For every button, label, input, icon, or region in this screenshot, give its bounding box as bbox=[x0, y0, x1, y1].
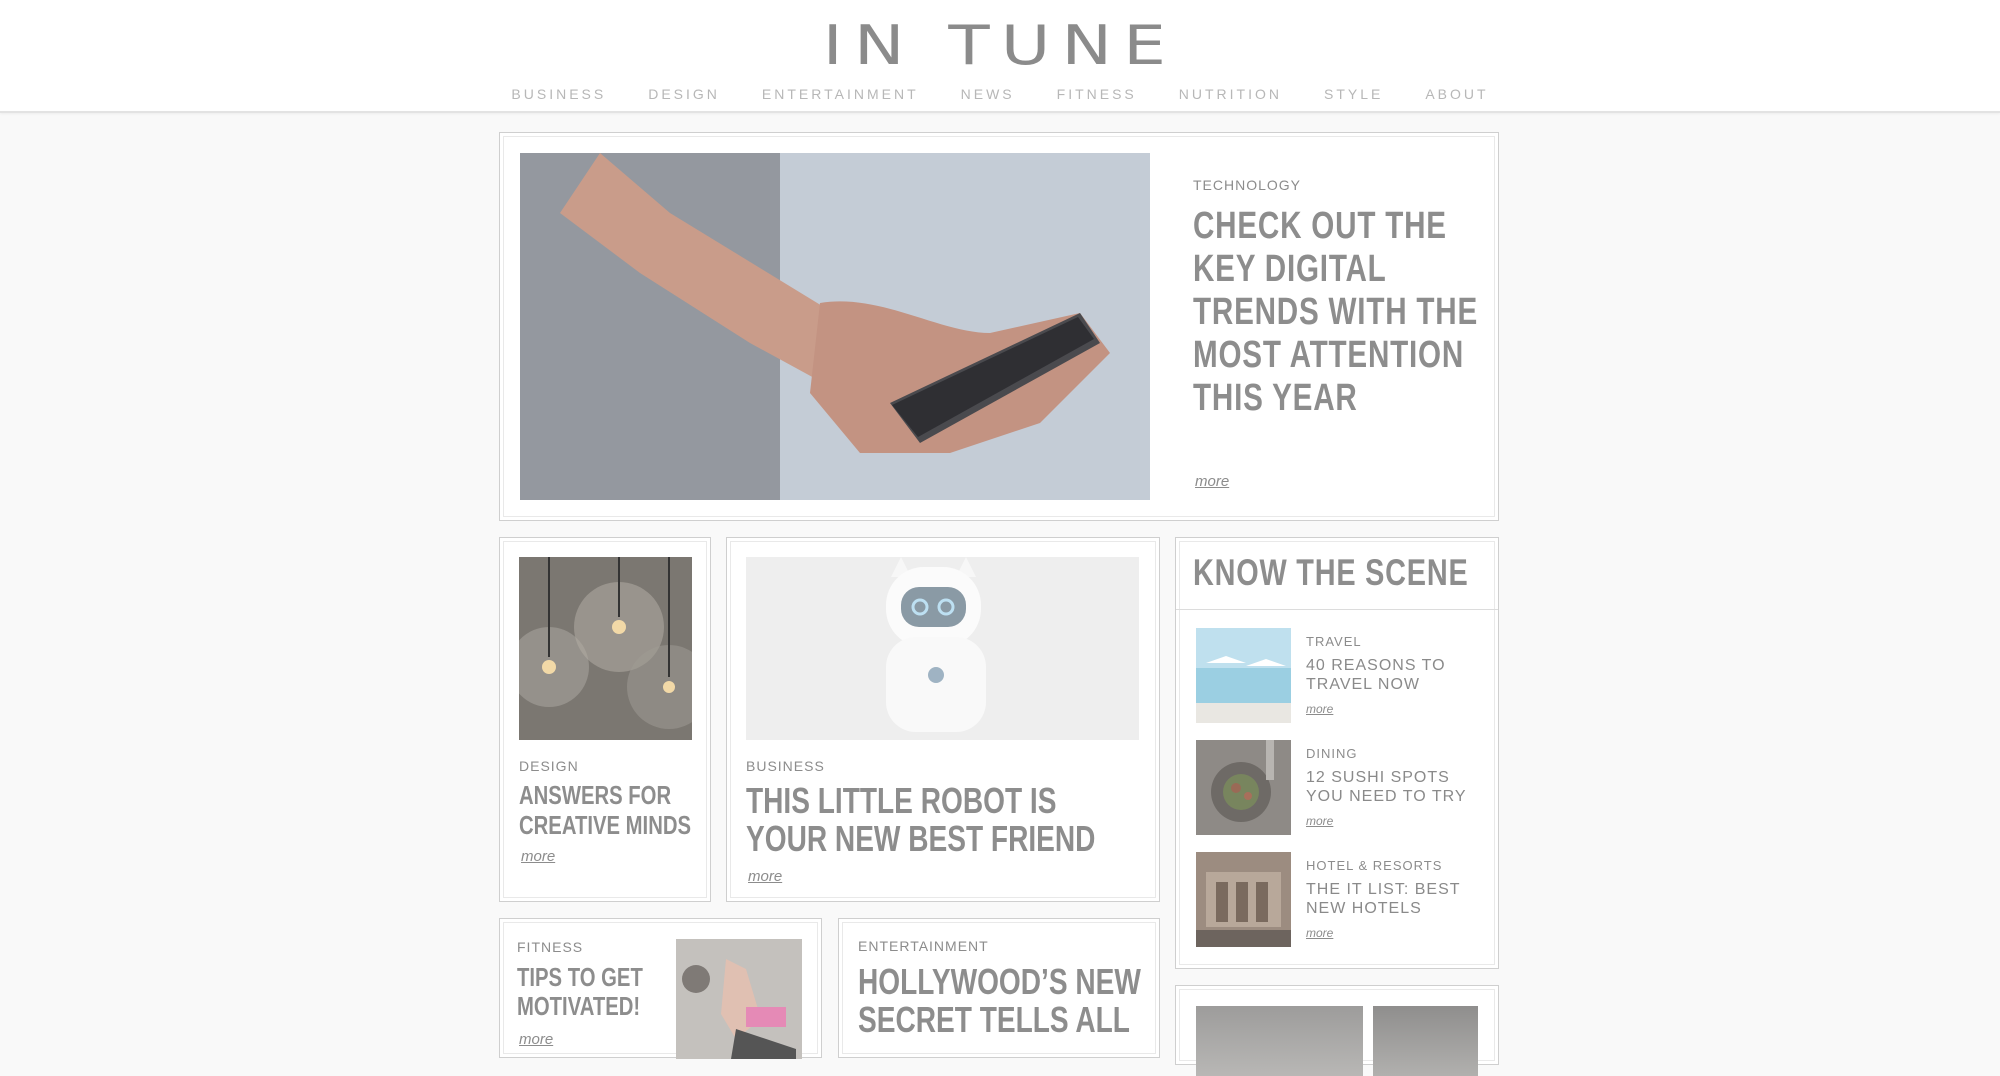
nav-news[interactable]: NEWS bbox=[961, 86, 1015, 102]
fitness-category[interactable]: FITNESS bbox=[517, 939, 583, 955]
fitness-more-link[interactable]: more bbox=[519, 1031, 553, 1048]
site-header: IN TUNE BUSINESS DESIGN ENTERTAINMENT NE… bbox=[0, 0, 2000, 113]
hotels-thumbnail-illustration bbox=[1196, 852, 1291, 947]
dining-thumbnail[interactable] bbox=[1196, 740, 1291, 835]
dining-title[interactable]: 12 SUSHI SPOTS YOU NEED TO TRY bbox=[1306, 768, 1486, 806]
design-title[interactable]: ANSWERS FOR CREATIVE MINDS bbox=[519, 780, 698, 840]
travel-title[interactable]: 40 REASONS TO TRAVEL NOW bbox=[1306, 656, 1486, 694]
hotels-thumbnail[interactable] bbox=[1196, 852, 1291, 947]
know-the-scene-panel: KNOW THE SCENE TRAVEL 40 REASONS TO TRAV… bbox=[1175, 537, 1499, 969]
hero-category[interactable]: TECHNOLOGY bbox=[1193, 177, 1301, 193]
bottom-right-card bbox=[1175, 985, 1499, 1076]
travel-thumbnail-illustration bbox=[1196, 628, 1291, 723]
scene-title: KNOW THE SCENE bbox=[1193, 552, 1469, 593]
dining-more-link[interactable]: more bbox=[1306, 814, 1333, 828]
scene-item-hotels[interactable]: HOTEL & RESORTS THE IT LIST: BEST NEW HO… bbox=[1196, 852, 1486, 952]
scene-item-travel[interactable]: TRAVEL 40 REASONS TO TRAVEL NOW more bbox=[1196, 628, 1486, 728]
dining-category[interactable]: DINING bbox=[1306, 746, 1358, 761]
fitness-image-workout[interactable] bbox=[676, 939, 802, 1059]
travel-category[interactable]: TRAVEL bbox=[1306, 634, 1362, 649]
travel-more-link[interactable]: more bbox=[1306, 702, 1333, 716]
robot-image-illustration bbox=[746, 557, 1139, 740]
bottom-image-left[interactable] bbox=[1196, 1006, 1363, 1076]
design-image-pendant-lights[interactable] bbox=[519, 557, 692, 740]
nav-nutrition[interactable]: NUTRITION bbox=[1179, 86, 1282, 102]
robot-category[interactable]: BUSINESS bbox=[746, 758, 825, 774]
nav-business[interactable]: BUSINESS bbox=[511, 86, 606, 102]
design-more-link[interactable]: more bbox=[521, 848, 555, 865]
nav-entertainment[interactable]: ENTERTAINMENT bbox=[762, 86, 919, 102]
travel-thumbnail[interactable] bbox=[1196, 628, 1291, 723]
hero-title[interactable]: CHECK OUT THE KEY DIGITAL TRENDS WITH TH… bbox=[1193, 205, 1497, 420]
nav-about[interactable]: ABOUT bbox=[1425, 86, 1488, 102]
fitness-article-card: FITNESS TIPS TO GET MOTIVATED! more bbox=[499, 918, 822, 1059]
fitness-title[interactable]: TIPS TO GET MOTIVATED! bbox=[517, 963, 673, 1021]
hotels-category[interactable]: HOTEL & RESORTS bbox=[1306, 858, 1442, 873]
entertainment-category[interactable]: ENTERTAINMENT bbox=[858, 938, 989, 954]
robot-image[interactable] bbox=[746, 557, 1139, 740]
scene-item-dining[interactable]: DINING 12 SUSHI SPOTS YOU NEED TO TRY mo… bbox=[1196, 740, 1486, 840]
hero-more-link[interactable]: more bbox=[1195, 473, 1229, 490]
dining-thumbnail-illustration bbox=[1196, 740, 1291, 835]
robot-title[interactable]: THIS LITTLE ROBOT IS YOUR NEW BEST FRIEN… bbox=[746, 782, 1105, 858]
site-logo[interactable]: IN TUNE bbox=[0, 14, 2000, 77]
nav-style[interactable]: STYLE bbox=[1324, 86, 1383, 102]
design-article-card: DESIGN ANSWERS FOR CREATIVE MINDS more bbox=[499, 537, 711, 902]
design-image-illustration bbox=[519, 557, 692, 740]
fitness-image-illustration bbox=[676, 939, 802, 1059]
entertainment-title[interactable]: HOLLYWOOD’S NEW SECRET TELLS ALL bbox=[858, 963, 1154, 1039]
robot-article-card: BUSINESS THIS LITTLE ROBOT IS YOUR NEW B… bbox=[726, 537, 1160, 902]
hotels-more-link[interactable]: more bbox=[1306, 926, 1333, 940]
hotels-title[interactable]: THE IT LIST: BEST NEW HOTELS bbox=[1306, 880, 1486, 918]
entertainment-article-card: ENTERTAINMENT HOLLYWOOD’S NEW SECRET TEL… bbox=[838, 918, 1160, 1058]
hero-image-phone-hands[interactable] bbox=[520, 153, 1150, 500]
hero-image-illustration bbox=[520, 153, 1150, 500]
scene-divider bbox=[1176, 609, 1498, 610]
robot-more-link[interactable]: more bbox=[748, 868, 782, 885]
nav-fitness[interactable]: FITNESS bbox=[1057, 86, 1137, 102]
nav-design[interactable]: DESIGN bbox=[648, 86, 720, 102]
bottom-image-right[interactable] bbox=[1373, 1006, 1478, 1076]
design-category[interactable]: DESIGN bbox=[519, 758, 579, 774]
hero-article-card: TECHNOLOGY CHECK OUT THE KEY DIGITAL TRE… bbox=[499, 132, 1499, 521]
main-nav: BUSINESS DESIGN ENTERTAINMENT NEWS FITNE… bbox=[0, 86, 2000, 102]
